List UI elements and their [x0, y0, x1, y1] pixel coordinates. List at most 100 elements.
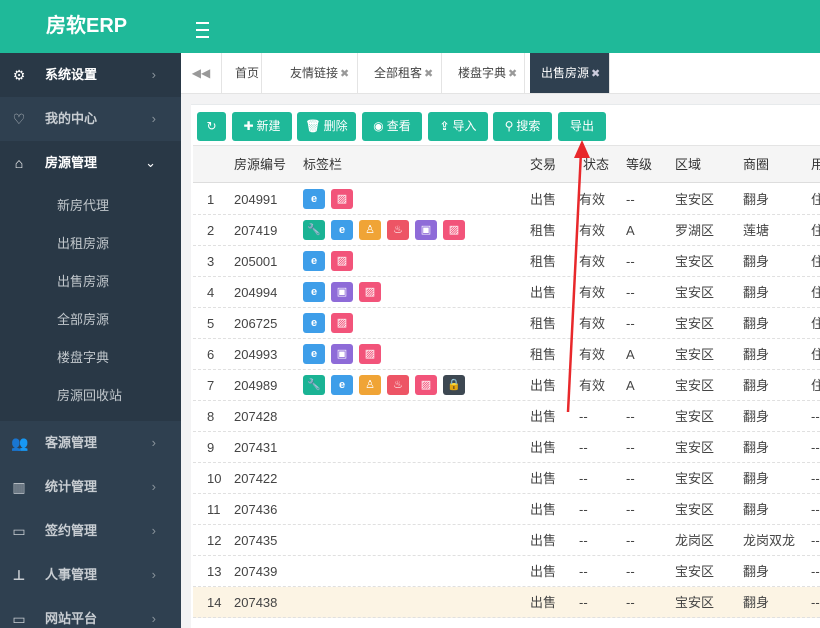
table-row[interactable]: 11 207436 出售 -- -- 宝安区 翻身 --: [193, 494, 820, 525]
business-circle: 翻身: [743, 440, 770, 455]
table-row[interactable]: 14 207438 出售 -- -- 宝安区 翻身 --: [193, 587, 820, 618]
status: 有效: [579, 378, 606, 393]
sidebar-item-property-management[interactable]: ⌂ 房源管理 ⌄: [0, 141, 181, 185]
property-id: 207422: [234, 471, 278, 486]
district: 宝安区: [675, 316, 715, 331]
table-row[interactable]: 12 207435 出售 -- -- 龙岗区 龙岗双龙 --: [193, 525, 820, 556]
table-row[interactable]: 5 206725 租售 有效 -- 宝安区 翻身 住 e ▨: [193, 308, 820, 339]
tab-for-sale[interactable]: 出售房源 ✖: [530, 53, 610, 93]
trash-icon: 🗑: [305, 119, 321, 133]
tab-home[interactable]: 首页: [222, 53, 262, 93]
level: --: [626, 564, 635, 579]
usage: --: [811, 440, 820, 455]
close-icon[interactable]: ✖: [424, 68, 433, 80]
status: 有效: [579, 347, 606, 362]
level: --: [626, 502, 635, 517]
table-row[interactable]: 6 204993 租售 有效 A 宝安区 翻身 住 e ▣ ▨: [193, 339, 820, 370]
table-row[interactable]: 9 207431 出售 -- -- 宝安区 翻身 --: [193, 432, 820, 463]
bar-chart-icon: ▥: [12, 479, 26, 495]
property-id: 207428: [234, 409, 278, 424]
status: --: [579, 533, 588, 548]
tab-label: 首页: [235, 66, 260, 80]
business-circle: 翻身: [743, 595, 770, 610]
table-row[interactable]: 3 205001 租售 有效 -- 宝安区 翻身 住 e ▨: [193, 246, 820, 277]
top-bar: 房软ERP: [0, 0, 820, 53]
sidebar-item-client-management[interactable]: 👥 客源管理 ›: [0, 421, 181, 465]
search-button[interactable]: ⚲ 搜索: [493, 112, 552, 141]
col-header-use[interactable]: 用: [811, 146, 820, 184]
sidebar-subitem-all[interactable]: 全部房源: [0, 301, 181, 339]
usage: --: [811, 595, 820, 610]
tab-scroll-left-icon[interactable]: ◀◀: [181, 53, 222, 93]
usage: 住: [811, 316, 820, 331]
sidebar-subitem-rental[interactable]: 出租房源: [0, 225, 181, 263]
col-header-level[interactable]: 等级: [626, 146, 652, 184]
table-row[interactable]: 10 207422 出售 -- -- 宝安区 翻身 --: [193, 463, 820, 494]
sidebar-item-website[interactable]: ▭ 网站平台 ›: [0, 597, 181, 628]
sidebar-item-contracts[interactable]: ▭ 签约管理 ›: [0, 509, 181, 553]
export-button[interactable]: 导出: [558, 112, 606, 141]
district: 宝安区: [675, 254, 715, 269]
sidebar-item-hr[interactable]: ⊥ 人事管理 ›: [0, 553, 181, 597]
menu-toggle-icon[interactable]: [196, 14, 214, 38]
table-row[interactable]: 13 207439 出售 -- -- 宝安区 翻身 --: [193, 556, 820, 587]
row-number: 2: [207, 223, 215, 238]
table-row[interactable]: 2 207419 租售 有效 A 罗湖区 莲塘 住 🔧 e ♙ ♨ ▣ ▨: [193, 215, 820, 246]
sidebar-subitem-recycle-bin[interactable]: 房源回收站: [0, 377, 181, 415]
row-number: 13: [207, 564, 222, 579]
tab-friend-links[interactable]: 友情链接 ✖: [279, 53, 358, 93]
sidebar-item-my-center[interactable]: ♡ 我的中心 ›: [0, 97, 181, 141]
refresh-button[interactable]: ↻: [197, 112, 226, 141]
col-header-tags[interactable]: 标签栏: [303, 146, 342, 184]
tab-all-tenants[interactable]: 全部租客 ✖: [363, 53, 442, 93]
business-circle: 翻身: [743, 254, 770, 269]
sidebar-item-system-settings[interactable]: ⚙ 系统设置 ›: [0, 53, 181, 97]
table-row[interactable]: 8 207428 出售 -- -- 宝安区 翻身 --: [193, 401, 820, 432]
close-icon[interactable]: ✖: [340, 68, 349, 80]
sidebar-item-label: 签约管理: [45, 523, 98, 538]
trade-type: 出售: [530, 502, 557, 517]
col-header-status[interactable]: 状态: [579, 146, 609, 184]
close-icon[interactable]: ✖: [508, 68, 517, 80]
lock-icon: 🔒: [443, 375, 465, 395]
image-icon: ▨: [359, 282, 381, 302]
image-icon: ▨: [415, 375, 437, 395]
trade-type: 出售: [530, 378, 557, 393]
sidebar-subitem-building-dict[interactable]: 楼盘字典: [0, 339, 181, 377]
tab-bar: ◀◀ 首页 友情链接 ✖ 全部租客 ✖ 楼盘字典 ✖ 出售房源 ✖: [181, 53, 820, 94]
district: 宝安区: [675, 564, 715, 579]
usage: 住: [811, 378, 820, 393]
close-icon[interactable]: ✖: [591, 68, 600, 80]
row-number: 10: [207, 471, 222, 486]
col-header-area[interactable]: 区域: [675, 146, 701, 184]
usage: 住: [811, 347, 820, 362]
view-button[interactable]: ◉ 查看: [362, 112, 422, 141]
table-row[interactable]: 4 204994 出售 有效 -- 宝安区 翻身 住 e ▣ ▨: [193, 277, 820, 308]
district: 宝安区: [675, 285, 715, 300]
district: 宝安区: [675, 440, 715, 455]
district: 龙岗区: [675, 533, 715, 548]
status: 有效: [579, 285, 606, 300]
level: --: [626, 285, 635, 300]
gears-icon: ⚙: [12, 67, 26, 83]
row-number: 3: [207, 254, 215, 269]
sitemap-icon: ⊥: [12, 567, 26, 583]
new-button[interactable]: ✚ 新建: [232, 112, 292, 141]
property-id: 207435: [234, 533, 278, 548]
status: 有效: [579, 223, 606, 238]
import-button[interactable]: ⇪ 导入: [428, 112, 488, 141]
col-header-id[interactable]: 房源编号: [234, 146, 286, 184]
browser-icon: e: [331, 220, 353, 240]
table-row[interactable]: 1 204991 出售 有效 -- 宝安区 翻身 住 e ▨: [193, 184, 820, 215]
property-id: 204993: [234, 347, 278, 362]
col-header-trade[interactable]: 交易: [530, 146, 556, 184]
sidebar-subitem-new-agency[interactable]: 新房代理: [0, 187, 181, 225]
sidebar-item-statistics[interactable]: ▥ 统计管理 ›: [0, 465, 181, 509]
sidebar-item-label: 房源管理: [45, 155, 98, 170]
col-header-circle[interactable]: 商圈: [743, 146, 769, 184]
sidebar-subitem-for-sale[interactable]: 出售房源: [0, 263, 181, 301]
table-row[interactable]: 7 204989 出售 有效 A 宝安区 翻身 住 🔧 e ♙ ♨ ▨ 🔒: [193, 370, 820, 401]
tab-building-dict[interactable]: 楼盘字典 ✖: [447, 53, 525, 93]
delete-button[interactable]: 🗑 删除: [297, 112, 356, 141]
key-icon: 🔧: [303, 220, 325, 240]
